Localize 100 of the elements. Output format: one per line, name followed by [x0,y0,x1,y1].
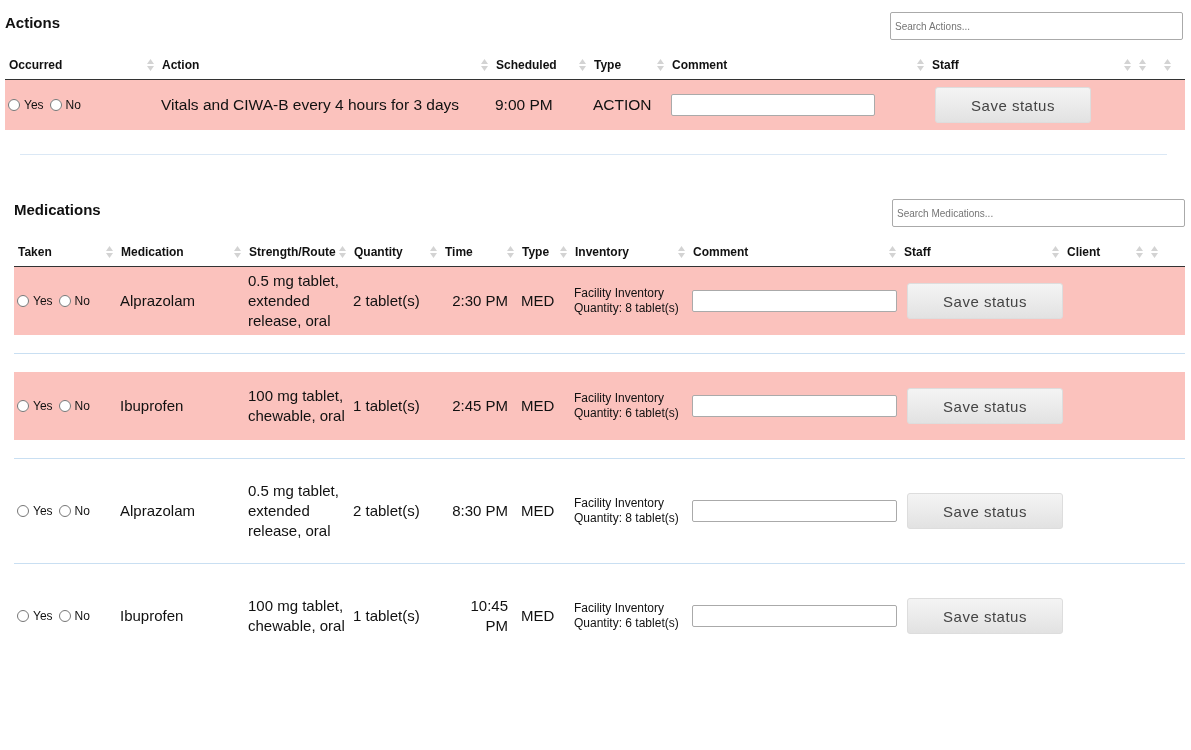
section-title: Actions [5,14,60,31]
radio-label: No [74,609,90,623]
quantity-text: 2 tablet(s) [353,292,420,309]
sort-icon[interactable] [339,246,346,258]
type-text: MED [521,607,555,624]
column-header[interactable]: Inventory [575,245,629,259]
sort-icon[interactable] [106,246,113,258]
save-status-button[interactable]: Save status [935,87,1091,123]
inventory-text: Facility Inventory [574,286,666,301]
comment-field[interactable] [671,94,875,116]
sort-icon[interactable] [234,246,241,258]
column-header[interactable]: Action [162,58,200,72]
strength-route: 0.5 mg tablet, extended release, oral [248,482,339,539]
action-text: Vitals and CIWA-B every 4 hours for 3 days [161,96,460,113]
radio-button[interactable] [58,295,71,307]
sort-icon[interactable] [917,59,924,71]
strength-route: 100 mg tablet, chewable, oral [248,387,345,424]
medication-name: Ibuprofen [120,607,184,624]
save-status-button[interactable]: Save status [907,283,1063,319]
column-header[interactable]: Occurred [9,58,63,72]
time-text: 8:30 PM [452,502,508,519]
medication-name: Ibuprofen [120,397,184,414]
comment-field[interactable] [692,500,897,522]
inventory-text: Facility Inventory [574,391,666,406]
section-title: Medications [14,201,101,218]
sort-icon[interactable] [889,246,896,258]
sort-icon[interactable] [1151,246,1158,258]
inventory-text: Quantity: 6 tablet(s) [574,406,680,421]
type-text: MED [521,502,555,519]
column-header[interactable]: Quantity [354,245,403,259]
radio-button[interactable] [49,99,62,111]
column-header[interactable]: Time [445,245,473,259]
comment-field[interactable] [692,395,897,417]
sort-icon[interactable] [560,246,567,258]
radio-button[interactable] [17,295,29,307]
column-header[interactable]: Client [1067,245,1101,259]
medication-name: Alprazolam [120,502,196,519]
sort-icon[interactable] [579,59,586,71]
quantity-text: 2 tablet(s) [353,502,420,519]
radio-button[interactable] [58,505,71,517]
radio-button[interactable] [58,610,71,622]
radio-label: No [74,504,90,518]
sort-icon[interactable] [1164,59,1171,71]
radio-label: No [74,294,90,308]
medication-name: Alprazolam [120,292,196,309]
inventory-text: Quantity: 6 tablet(s) [574,616,680,631]
strength-route: 100 mg tablet, chewable, oral [248,597,345,634]
column-header[interactable]: Medication [121,245,184,259]
inventory-text: Facility Inventory [574,601,666,616]
radio-button[interactable] [17,610,29,622]
sort-icon[interactable] [430,246,437,258]
column-header[interactable]: Staff [932,58,959,72]
radio-label: No [74,399,90,413]
time-text: 10:45 PM [470,597,508,634]
sort-icon[interactable] [507,246,514,258]
save-status-button[interactable]: Save status [907,388,1063,424]
column-header[interactable]: Strength/Route [249,245,336,259]
inventory-text: Facility Inventory [574,496,666,511]
radio-label: Yes [33,609,53,623]
sort-icon[interactable] [1052,246,1059,258]
quantity-text: 1 tablet(s) [353,397,420,414]
search-field[interactable]: Search Actions... [890,12,1183,40]
radio-button[interactable] [17,400,29,412]
radio-label: Yes [24,98,44,112]
scheduled-time: 9:00 PM [495,96,553,113]
type-text: ACTION [593,96,652,113]
search-field[interactable]: Search Medications... [892,199,1185,227]
radio-label: No [65,98,81,112]
time-text: 2:45 PM [452,397,508,414]
sort-icon[interactable] [678,246,685,258]
type-text: MED [521,292,555,309]
radio-label: Yes [33,399,53,413]
sort-icon[interactable] [1124,59,1131,71]
quantity-text: 1 tablet(s) [353,607,420,624]
sort-icon[interactable] [147,59,154,71]
sort-icon[interactable] [481,59,488,71]
column-header[interactable]: Type [522,245,550,259]
inventory-text: Quantity: 8 tablet(s) [574,511,680,526]
radio-label: Yes [33,504,53,518]
radio-label: Yes [33,294,53,308]
sort-icon[interactable] [657,59,664,71]
column-header[interactable]: Taken [18,245,52,259]
save-status-button[interactable]: Save status [907,598,1063,634]
column-header[interactable]: Comment [672,58,728,72]
column-header[interactable]: Scheduled [496,58,557,72]
column-header[interactable]: Comment [693,245,749,259]
column-header[interactable]: Type [594,58,622,72]
radio-button[interactable] [58,400,71,412]
radio-button[interactable] [17,505,29,517]
type-text: MED [521,397,555,414]
strength-route: 0.5 mg tablet, extended release, oral [248,272,339,329]
column-header[interactable]: Staff [904,245,931,259]
inventory-text: Quantity: 8 tablet(s) [574,301,680,316]
comment-field[interactable] [692,290,897,312]
radio-button[interactable] [8,99,20,111]
save-status-button[interactable]: Save status [907,493,1063,529]
sort-icon[interactable] [1136,246,1143,258]
comment-field[interactable] [692,605,897,627]
sort-icon[interactable] [1139,59,1146,71]
time-text: 2:30 PM [452,292,508,309]
